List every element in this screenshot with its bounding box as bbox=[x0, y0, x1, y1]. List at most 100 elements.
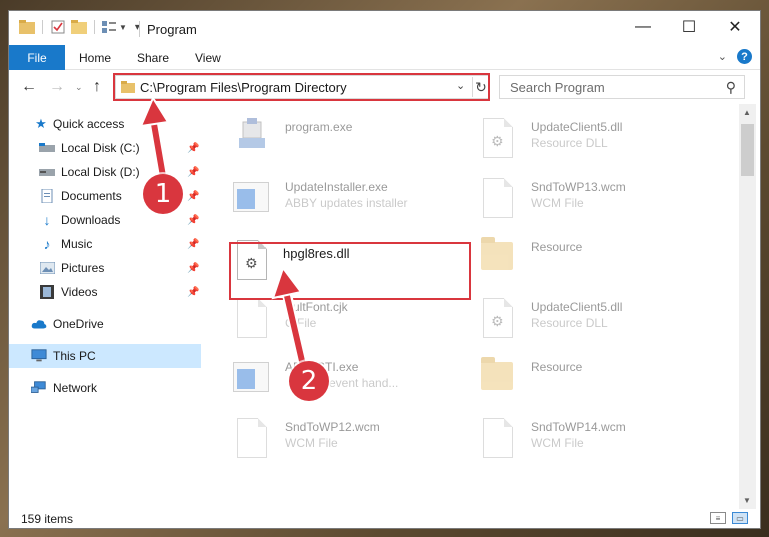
up-arrow-icon[interactable]: ↑ bbox=[93, 78, 101, 96]
qa-dropdown-icon[interactable]: ▼ bbox=[119, 23, 127, 32]
maximize-button[interactable]: ☐ bbox=[666, 11, 712, 43]
music-icon: ♪ bbox=[43, 236, 51, 252]
folder-icon bbox=[479, 236, 515, 282]
folder-icon[interactable] bbox=[19, 20, 35, 34]
ribbon: File Home Share View ⌄ ? bbox=[9, 45, 760, 70]
dll-icon: ⚙ bbox=[479, 296, 515, 342]
file-type: ABBY updates installer bbox=[285, 196, 408, 210]
search-icon[interactable]: ⚲ bbox=[726, 79, 736, 96]
file-item[interactable]: ABBYSTI.exe event hand... bbox=[209, 352, 449, 408]
minimize-button[interactable]: — bbox=[620, 11, 666, 43]
vertical-scrollbar[interactable]: ▲ ▼ bbox=[739, 104, 756, 509]
pin-icon[interactable]: 📌 bbox=[187, 167, 199, 178]
large-icons-view-icon[interactable]: ▭ bbox=[732, 512, 748, 524]
folder-icon bbox=[479, 356, 515, 402]
file-item[interactable]: ultFont.cjk C File bbox=[209, 292, 449, 348]
file-name: hpgl8res.dll bbox=[283, 246, 350, 261]
file-item[interactable]: SndToWP14.wcm WCM File bbox=[455, 412, 695, 468]
sidebar-item-label: This PC bbox=[53, 349, 96, 363]
window-title: Program bbox=[147, 22, 197, 37]
sidebar-item-label: Documents bbox=[61, 189, 122, 203]
help-icon[interactable]: ? bbox=[737, 49, 752, 64]
pin-icon[interactable]: 📌 bbox=[187, 143, 199, 154]
address-folder-icon bbox=[121, 81, 135, 93]
file-item[interactable]: Resource bbox=[455, 352, 695, 408]
sidebar-item-label: Local Disk (C:) bbox=[61, 141, 140, 155]
videos-icon bbox=[39, 285, 55, 299]
scrollbar-thumb[interactable] bbox=[741, 124, 754, 176]
back-arrow-icon[interactable]: ← bbox=[21, 78, 37, 96]
pin-icon[interactable]: 📌 bbox=[187, 263, 199, 274]
address-dropdown-icon[interactable]: ⌄ bbox=[456, 79, 465, 92]
pin-icon[interactable]: 📌 bbox=[187, 287, 199, 298]
file-item[interactable]: ⚙ UpdateClient5.dll Resource DLL bbox=[455, 112, 695, 168]
minimize-icon: — bbox=[635, 18, 651, 35]
app-icon bbox=[233, 176, 269, 222]
sidebar-item-pictures[interactable]: Pictures 📌 bbox=[9, 256, 202, 280]
file-name: SndToWP12.wcm bbox=[285, 420, 380, 434]
scroll-up-icon[interactable]: ▲ bbox=[743, 108, 751, 117]
sidebar-item-label: Pictures bbox=[61, 261, 105, 275]
refresh-icon[interactable]: ↻ bbox=[472, 77, 489, 97]
file-name: SndToWP13.wcm bbox=[531, 180, 626, 194]
sidebar-item-music[interactable]: ♪ Music 📌 bbox=[9, 232, 202, 256]
file-item[interactable]: UpdateInstaller.exe ABBY updates install… bbox=[209, 172, 449, 228]
maximize-icon: ☐ bbox=[681, 19, 697, 36]
pin-icon[interactable]: 📌 bbox=[187, 215, 199, 226]
drive-icon bbox=[39, 165, 55, 179]
properties-icon[interactable] bbox=[51, 20, 65, 34]
file-list: program.exe ⚙ UpdateClient5.dll Resource… bbox=[209, 104, 739, 509]
tab-file[interactable]: File bbox=[9, 45, 65, 70]
sidebar-item-quick-access[interactable]: ★ Quick access bbox=[9, 112, 202, 136]
file-type: WCM File bbox=[285, 436, 338, 450]
details-view-icon[interactable]: ≡ bbox=[710, 512, 726, 524]
title-bar: ▼ ▾ Program — ☐ ✕ bbox=[9, 11, 760, 45]
sidebar-item-videos[interactable]: Videos 📌 bbox=[9, 280, 202, 304]
file-name: UpdateInstaller.exe bbox=[285, 180, 388, 194]
step-2-badge: 2 bbox=[289, 361, 329, 401]
view-buttons: ≡ ▭ bbox=[710, 512, 748, 524]
file-type: Resource DLL bbox=[531, 136, 608, 150]
file-item[interactable]: program.exe bbox=[209, 112, 449, 168]
tab-view[interactable]: View bbox=[195, 51, 221, 65]
pin-icon[interactable]: 📌 bbox=[187, 239, 199, 250]
sidebar-item-local-disk-c[interactable]: Local Disk (C:) 📌 bbox=[9, 136, 202, 160]
close-button[interactable]: ✕ bbox=[712, 11, 758, 43]
file-item[interactable]: ⚙ UpdateClient5.dll Resource DLL bbox=[455, 292, 695, 348]
recent-locations-icon[interactable]: ⌄ bbox=[75, 82, 83, 93]
search-box[interactable]: Search Program ⚲ bbox=[499, 75, 745, 99]
file-name: ultFont.cjk bbox=[293, 300, 348, 314]
pictures-icon bbox=[39, 261, 55, 275]
file-item[interactable]: SndToWP12.wcm WCM File bbox=[209, 412, 449, 468]
file-name: UpdateClient5.dll bbox=[531, 300, 623, 314]
drive-icon bbox=[39, 141, 55, 155]
address-bar[interactable]: C:\Program Files\Program Directory ⌄ ↻ bbox=[115, 75, 489, 99]
sidebar-item-label: Network bbox=[53, 381, 98, 395]
expand-ribbon-icon[interactable]: ⌄ bbox=[718, 50, 727, 63]
dll-icon: ⚙ bbox=[479, 116, 515, 162]
file-type: WCM File bbox=[531, 196, 584, 210]
pin-icon[interactable]: 📌 bbox=[187, 191, 199, 202]
item-count: 159 items bbox=[21, 512, 74, 526]
tab-home[interactable]: Home bbox=[79, 51, 111, 65]
file-item[interactable]: SndToWP13.wcm WCM File bbox=[455, 172, 695, 228]
sidebar-item-downloads[interactable]: ↓ Downloads 📌 bbox=[9, 208, 202, 232]
star-icon: ★ bbox=[35, 116, 47, 131]
new-folder-icon[interactable] bbox=[71, 20, 87, 34]
scroll-down-icon[interactable]: ▼ bbox=[743, 496, 751, 505]
tab-share[interactable]: Share bbox=[137, 51, 169, 65]
file-name: UpdateClient5.dll bbox=[531, 120, 623, 134]
file-item[interactable]: Resource bbox=[455, 232, 695, 288]
forward-arrow-icon[interactable]: → bbox=[49, 78, 65, 96]
sidebar-item-onedrive[interactable]: OneDrive bbox=[9, 312, 202, 336]
address-path[interactable]: C:\Program Files\Program Directory bbox=[140, 80, 347, 95]
dll-icon: ⚙ bbox=[233, 238, 269, 284]
file-icon bbox=[233, 296, 269, 342]
file-type: C File bbox=[285, 316, 317, 330]
sidebar-item-this-pc[interactable]: This PC bbox=[9, 344, 201, 368]
sidebar-item-network[interactable]: Network bbox=[9, 376, 202, 400]
file-icon bbox=[479, 416, 515, 462]
exe-icon bbox=[233, 116, 269, 162]
file-item-hpgl8res[interactable]: ⚙ hpgl8res.dll bbox=[209, 234, 449, 290]
view-options-icon[interactable] bbox=[101, 20, 117, 34]
